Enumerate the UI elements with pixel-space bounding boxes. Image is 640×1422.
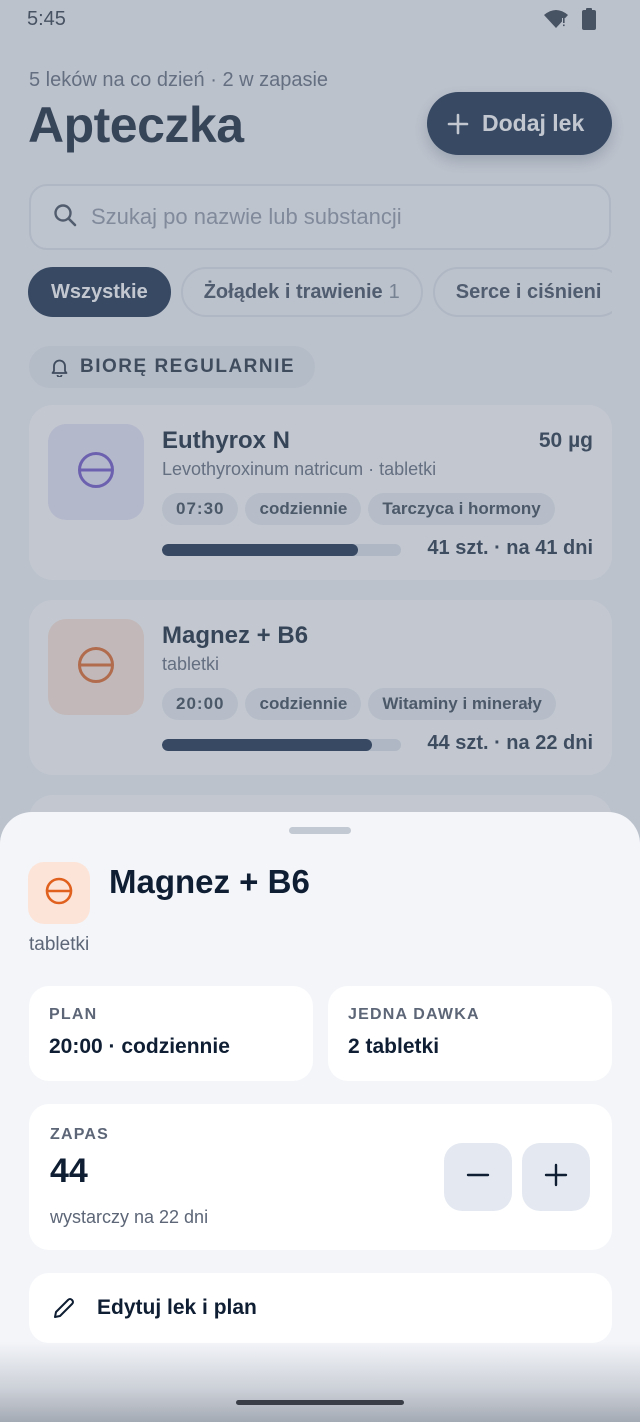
plus-icon [544, 1163, 568, 1192]
stock-label: ZAPAS [50, 1126, 110, 1143]
sheet-drag-handle[interactable] [289, 827, 351, 834]
stock-card: ZAPAS 44 wystarczy na 22 dni [29, 1104, 612, 1250]
nav-bar-area [0, 1342, 640, 1422]
pencil-icon [52, 1296, 76, 1320]
sheet-description: tabletki [29, 934, 90, 955]
plan-value: 20:00 · codziennie [49, 1035, 230, 1058]
medication-detail-sheet: Magnez + B6 tabletki PLAN 20:00 · codzie… [0, 812, 640, 1422]
edit-medication-label: Edytuj lek i plan [97, 1296, 257, 1319]
gesture-nav-handle[interactable] [236, 1400, 404, 1405]
edit-medication-button[interactable]: Edytuj lek i plan [29, 1273, 612, 1343]
increase-stock-button[interactable] [522, 1143, 590, 1211]
sheet-title: Magnez + B6 [109, 863, 310, 900]
sheet-thumbnail [28, 862, 90, 924]
stock-count: 44 [50, 1152, 88, 1190]
dose-card: JEDNA DAWKA 2 tabletki [328, 986, 612, 1081]
decrease-stock-button[interactable] [444, 1143, 512, 1211]
minus-icon [466, 1163, 490, 1192]
dose-value: 2 tabletki [348, 1035, 440, 1058]
plan-label: PLAN [49, 1006, 98, 1023]
pill-icon [45, 877, 73, 910]
dose-label: JEDNA DAWKA [348, 1006, 480, 1023]
plan-card: PLAN 20:00 · codziennie [29, 986, 313, 1081]
stock-hint: wystarczy na 22 dni [50, 1207, 209, 1227]
